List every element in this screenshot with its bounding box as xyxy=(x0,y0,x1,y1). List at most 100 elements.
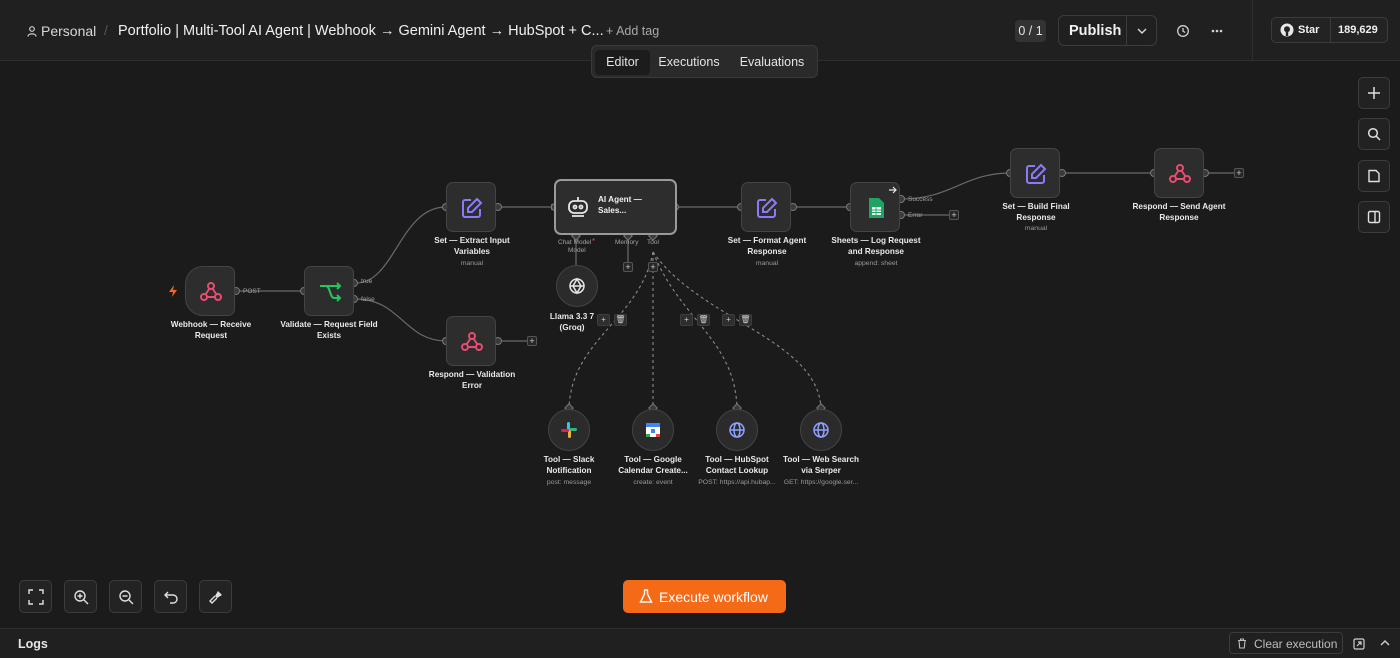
broom-icon xyxy=(209,591,222,604)
version-counter: 0 / 1 xyxy=(1015,20,1046,42)
node-tool-slack[interactable] xyxy=(548,409,590,451)
node-label-respond-error: Respond — Validation Error xyxy=(428,370,516,390)
node-label-final: Set — Build Final Response xyxy=(1002,202,1070,222)
node-webhook-receive[interactable] xyxy=(185,266,235,316)
tidy-up-button[interactable] xyxy=(199,580,232,613)
workflow-title[interactable]: Portfolio | Multi-Tool AI Agent | Webhoo… xyxy=(118,23,604,39)
logs-bar[interactable]: Logs Clear execution xyxy=(0,628,1400,658)
chevron-up-icon[interactable] xyxy=(1380,640,1390,646)
edit-icon xyxy=(462,197,483,218)
node-set-format[interactable] xyxy=(741,182,791,232)
node-sheets-log[interactable] xyxy=(850,182,900,232)
webhook-icon xyxy=(200,282,222,301)
flask-icon xyxy=(639,589,653,603)
chevron-down-icon[interactable] xyxy=(1137,28,1147,34)
star-label: Star xyxy=(1298,24,1320,36)
zoom-in-icon xyxy=(74,590,89,605)
panel-icon xyxy=(1367,210,1381,224)
header-divider xyxy=(1252,0,1253,61)
node-sub-final: manual xyxy=(1024,225,1048,232)
globe-icon xyxy=(729,422,745,438)
port-tool: Tool xyxy=(647,239,659,246)
clear-execution-button[interactable]: Clear execution xyxy=(1229,632,1343,654)
trigger-bolt-icon xyxy=(169,285,177,297)
port-chat-model-sub: Model xyxy=(568,247,586,254)
node-ai-agent[interactable]: AI Agent — Sales... xyxy=(554,179,677,235)
add-node-panel-button[interactable] xyxy=(1358,77,1390,109)
port-label-success: Success xyxy=(908,196,933,203)
node-respond-send[interactable] xyxy=(1154,148,1204,198)
fit-view-button[interactable] xyxy=(19,580,52,613)
slack-icon xyxy=(561,422,577,438)
user-icon xyxy=(27,26,37,37)
undo-button[interactable] xyxy=(154,580,187,613)
google-sheets-icon xyxy=(869,198,884,218)
search-icon xyxy=(1367,127,1381,141)
add-memory-button[interactable]: + xyxy=(623,262,633,272)
star-divider xyxy=(1330,18,1331,42)
project-breadcrumb[interactable]: Personal xyxy=(41,23,96,39)
node-tool-calendar[interactable] xyxy=(632,409,674,451)
history-icon[interactable] xyxy=(1176,24,1190,38)
delete-icon[interactable]: 🗑 xyxy=(697,314,710,326)
connection-wires xyxy=(232,169,1235,413)
node-label-respond-send: Respond — Send Agent Response xyxy=(1132,202,1226,222)
popout-icon[interactable] xyxy=(1353,638,1365,650)
star-count: 189,629 xyxy=(1338,24,1378,36)
google-calendar-icon xyxy=(646,423,660,437)
add-tool-button[interactable]: + xyxy=(648,262,658,272)
node-llama-model[interactable] xyxy=(556,265,598,307)
wire-tool-hubspot xyxy=(652,251,738,411)
workflow-canvas[interactable]: POST Webhook — Receive Request true false… xyxy=(0,62,1400,628)
node-respond-validation[interactable] xyxy=(446,316,496,366)
delete-icon[interactable]: 🗑 xyxy=(739,314,752,326)
trash-icon xyxy=(1238,638,1246,649)
node-label-webhook: Webhook — Receive Request xyxy=(170,320,252,340)
node-sub-sheets: append: sheet xyxy=(854,260,898,267)
webhook-icon xyxy=(461,332,483,351)
edit-icon xyxy=(1026,163,1047,184)
add-node-button[interactable]: + xyxy=(527,336,537,346)
arrow-right-icon xyxy=(889,186,897,194)
publish-button[interactable]: Publish xyxy=(1058,15,1157,46)
add-button[interactable]: + xyxy=(722,314,735,326)
zoom-out-button[interactable] xyxy=(109,580,142,613)
add-node-button[interactable]: + xyxy=(949,210,959,220)
more-options-icon[interactable] xyxy=(1211,29,1223,33)
node-tool-serper[interactable] xyxy=(800,409,842,451)
breadcrumb-separator: / xyxy=(104,22,108,38)
port-label-post: POST xyxy=(243,288,261,295)
zoom-in-button[interactable] xyxy=(64,580,97,613)
undo-icon xyxy=(164,591,178,604)
publish-label: Publish xyxy=(1069,23,1122,39)
port-chat-model: Chat Model xyxy=(558,239,592,246)
clear-execution-label: Clear execution xyxy=(1254,637,1338,651)
logs-title: Logs xyxy=(18,637,48,651)
port-label-error: Error xyxy=(908,212,923,219)
node-validate[interactable] xyxy=(304,266,354,316)
node-tool-hubspot[interactable] xyxy=(716,409,758,451)
github-icon xyxy=(1280,23,1294,37)
node-set-extract[interactable] xyxy=(446,182,496,232)
port-memory: Memory xyxy=(615,239,639,246)
add-button[interactable]: + xyxy=(680,314,693,326)
node-set-final[interactable] xyxy=(1010,148,1060,198)
agent-title: AI Agent — Sales... xyxy=(598,195,642,215)
add-button[interactable]: + xyxy=(597,314,610,326)
search-nodes-button[interactable] xyxy=(1358,118,1390,150)
publish-divider xyxy=(1126,16,1127,45)
sticky-note-button[interactable] xyxy=(1358,160,1390,192)
execute-workflow-button[interactable]: Execute workflow xyxy=(623,580,786,613)
add-node-button[interactable]: + xyxy=(1234,168,1244,178)
robot-icon xyxy=(568,197,588,217)
github-star-button[interactable]: Star 189,629 xyxy=(1271,17,1388,43)
wire-tool-serper xyxy=(652,251,822,411)
delete-icon[interactable]: 🗑 xyxy=(614,314,627,326)
branch-icon xyxy=(320,282,342,302)
globe-icon xyxy=(813,422,829,438)
node-label-extract: Set — Extract Input Variables xyxy=(434,236,510,256)
node-label-serper: Tool — Web Search via Serper xyxy=(782,455,860,475)
port-label-false: false xyxy=(361,296,375,303)
add-tag-button[interactable]: + Add tag xyxy=(606,24,659,38)
toggle-panel-button[interactable] xyxy=(1358,201,1390,233)
